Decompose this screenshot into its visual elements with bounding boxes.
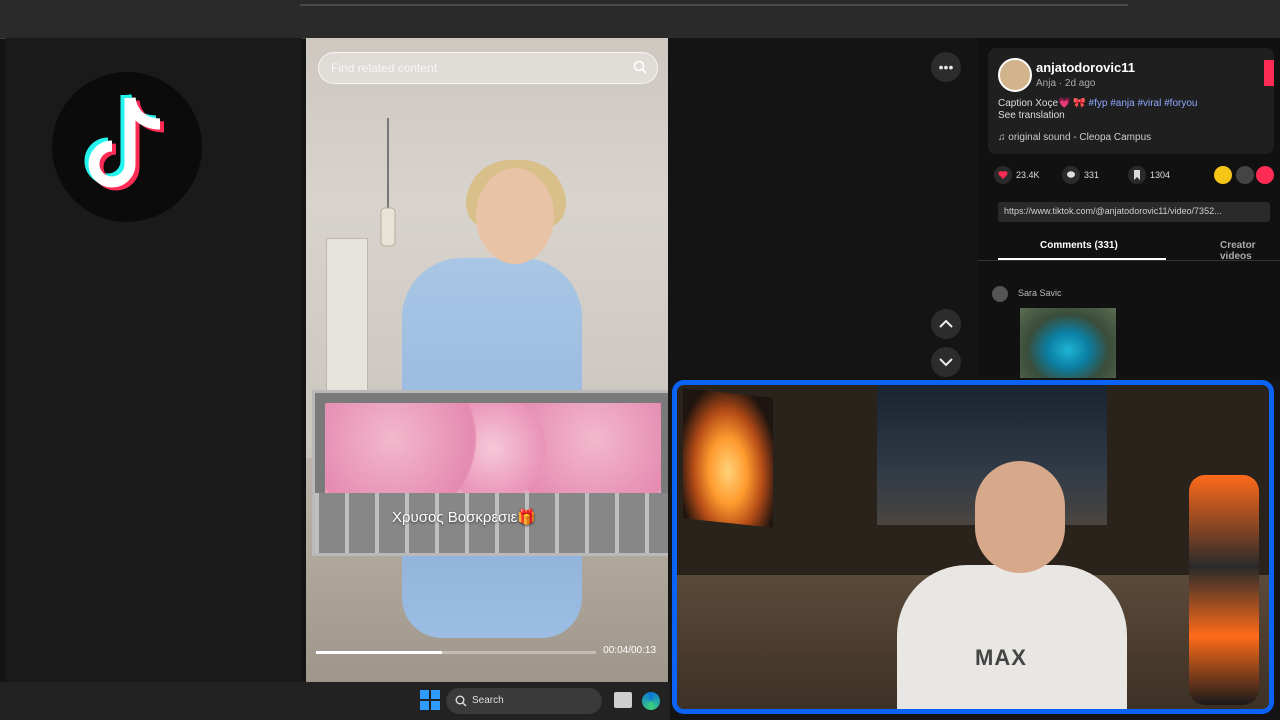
browser-topbar <box>0 0 1280 39</box>
comment-tabs: Comments (331) Creator videos <box>978 234 1280 262</box>
follow-button[interactable] <box>1264 60 1274 86</box>
comment-avatar[interactable] <box>992 286 1008 302</box>
tab-underline <box>998 258 1166 260</box>
windows-taskbar: Search <box>0 682 670 720</box>
see-translation-link[interactable]: See translation <box>998 110 1065 121</box>
post-sound[interactable]: ♫ original sound - Cleopa Campus <box>998 132 1151 143</box>
windows-icon[interactable] <box>420 690 440 710</box>
tab-creator-videos[interactable]: Creator videos <box>1220 240 1280 262</box>
bookmark-icon[interactable] <box>1128 166 1146 184</box>
video-progress-fill <box>316 651 442 654</box>
tray-eggs <box>325 403 661 493</box>
share-coin-icon[interactable] <box>1214 166 1232 184</box>
tiktok-logo-icon <box>84 93 165 191</box>
video-person-head <box>476 168 554 264</box>
post-details-panel: anjatodorovic11 Anja · 2d ago Caption Xo… <box>978 38 1280 378</box>
more-icon[interactable]: ••• <box>931 52 961 82</box>
taskbar-search-label: Search <box>472 695 504 706</box>
video-player[interactable]: Find related content Χρυσος Βοσκρεσιε🎁 0… <box>306 38 668 682</box>
webcam-overlay: MAX <box>672 380 1274 714</box>
post-meta: Anja · 2d ago <box>1036 78 1096 89</box>
chevron-up-icon[interactable] <box>931 309 961 339</box>
chevron-down-icon[interactable] <box>931 347 961 377</box>
post-hashtags[interactable]: #fyp #anja #viral #foryou <box>1089 98 1198 109</box>
tiktok-logo <box>52 72 202 222</box>
webcam-tv-fireplace <box>683 388 773 528</box>
post-description-text: Caption Xoçe💗 🎀 <box>998 98 1086 109</box>
share-more-icon[interactable] <box>1236 166 1254 184</box>
comment-count: 331 <box>1084 170 1100 180</box>
save-stat[interactable]: 1304 <box>1128 166 1170 184</box>
file-explorer-icon[interactable] <box>614 692 632 708</box>
video-caption: Χρυσος Βοσκρεσιε🎁 <box>392 509 537 526</box>
like-count: 23.4K <box>1016 170 1040 180</box>
post-url[interactable]: https://www.tiktok.com/@anjatodorovic11/… <box>998 202 1270 222</box>
streamer-shirt <box>897 565 1127 709</box>
taskbar-search-icon <box>455 695 467 707</box>
post-card: anjatodorovic11 Anja · 2d ago Caption Xo… <box>988 48 1274 154</box>
post-description: Caption Xoçe💗 🎀 #fyp #anja #viral #foryo… <box>998 98 1274 122</box>
video-tray <box>312 390 668 556</box>
video-progress-bar[interactable] <box>316 651 596 654</box>
save-count: 1304 <box>1150 170 1171 180</box>
avatar[interactable] <box>998 58 1032 92</box>
comment-stat[interactable]: 331 <box>1062 166 1099 184</box>
webcam-streamer: MAX <box>897 455 1127 709</box>
comment-image[interactable] <box>1020 308 1116 378</box>
streamer-face <box>975 461 1065 573</box>
tab-comments[interactable]: Comments (331) <box>1040 240 1118 251</box>
share-icon[interactable] <box>1256 166 1274 184</box>
taskbar-search[interactable]: Search <box>446 688 602 714</box>
webcam-gaming-chair <box>1189 475 1259 705</box>
find-related-placeholder: Find related content <box>331 61 438 75</box>
post-stats: 23.4K 331 1304 <box>994 166 1274 188</box>
comment-icon[interactable] <box>1062 166 1080 184</box>
search-icon[interactable] <box>633 60 647 74</box>
comment-username[interactable]: Sara Savic <box>1018 288 1062 298</box>
edge-icon[interactable] <box>642 692 660 710</box>
topbar-line <box>300 4 1128 6</box>
video-time: 00:04/00:13 <box>603 645 656 656</box>
find-related-search[interactable]: Find related content <box>318 52 658 84</box>
like-stat[interactable]: 23.4K <box>994 166 1040 184</box>
heart-icon[interactable] <box>994 166 1012 184</box>
shirt-print: MAX <box>975 645 1027 670</box>
post-username[interactable]: anjatodorovic11 <box>1036 60 1135 75</box>
lamp-shape <box>380 118 396 247</box>
